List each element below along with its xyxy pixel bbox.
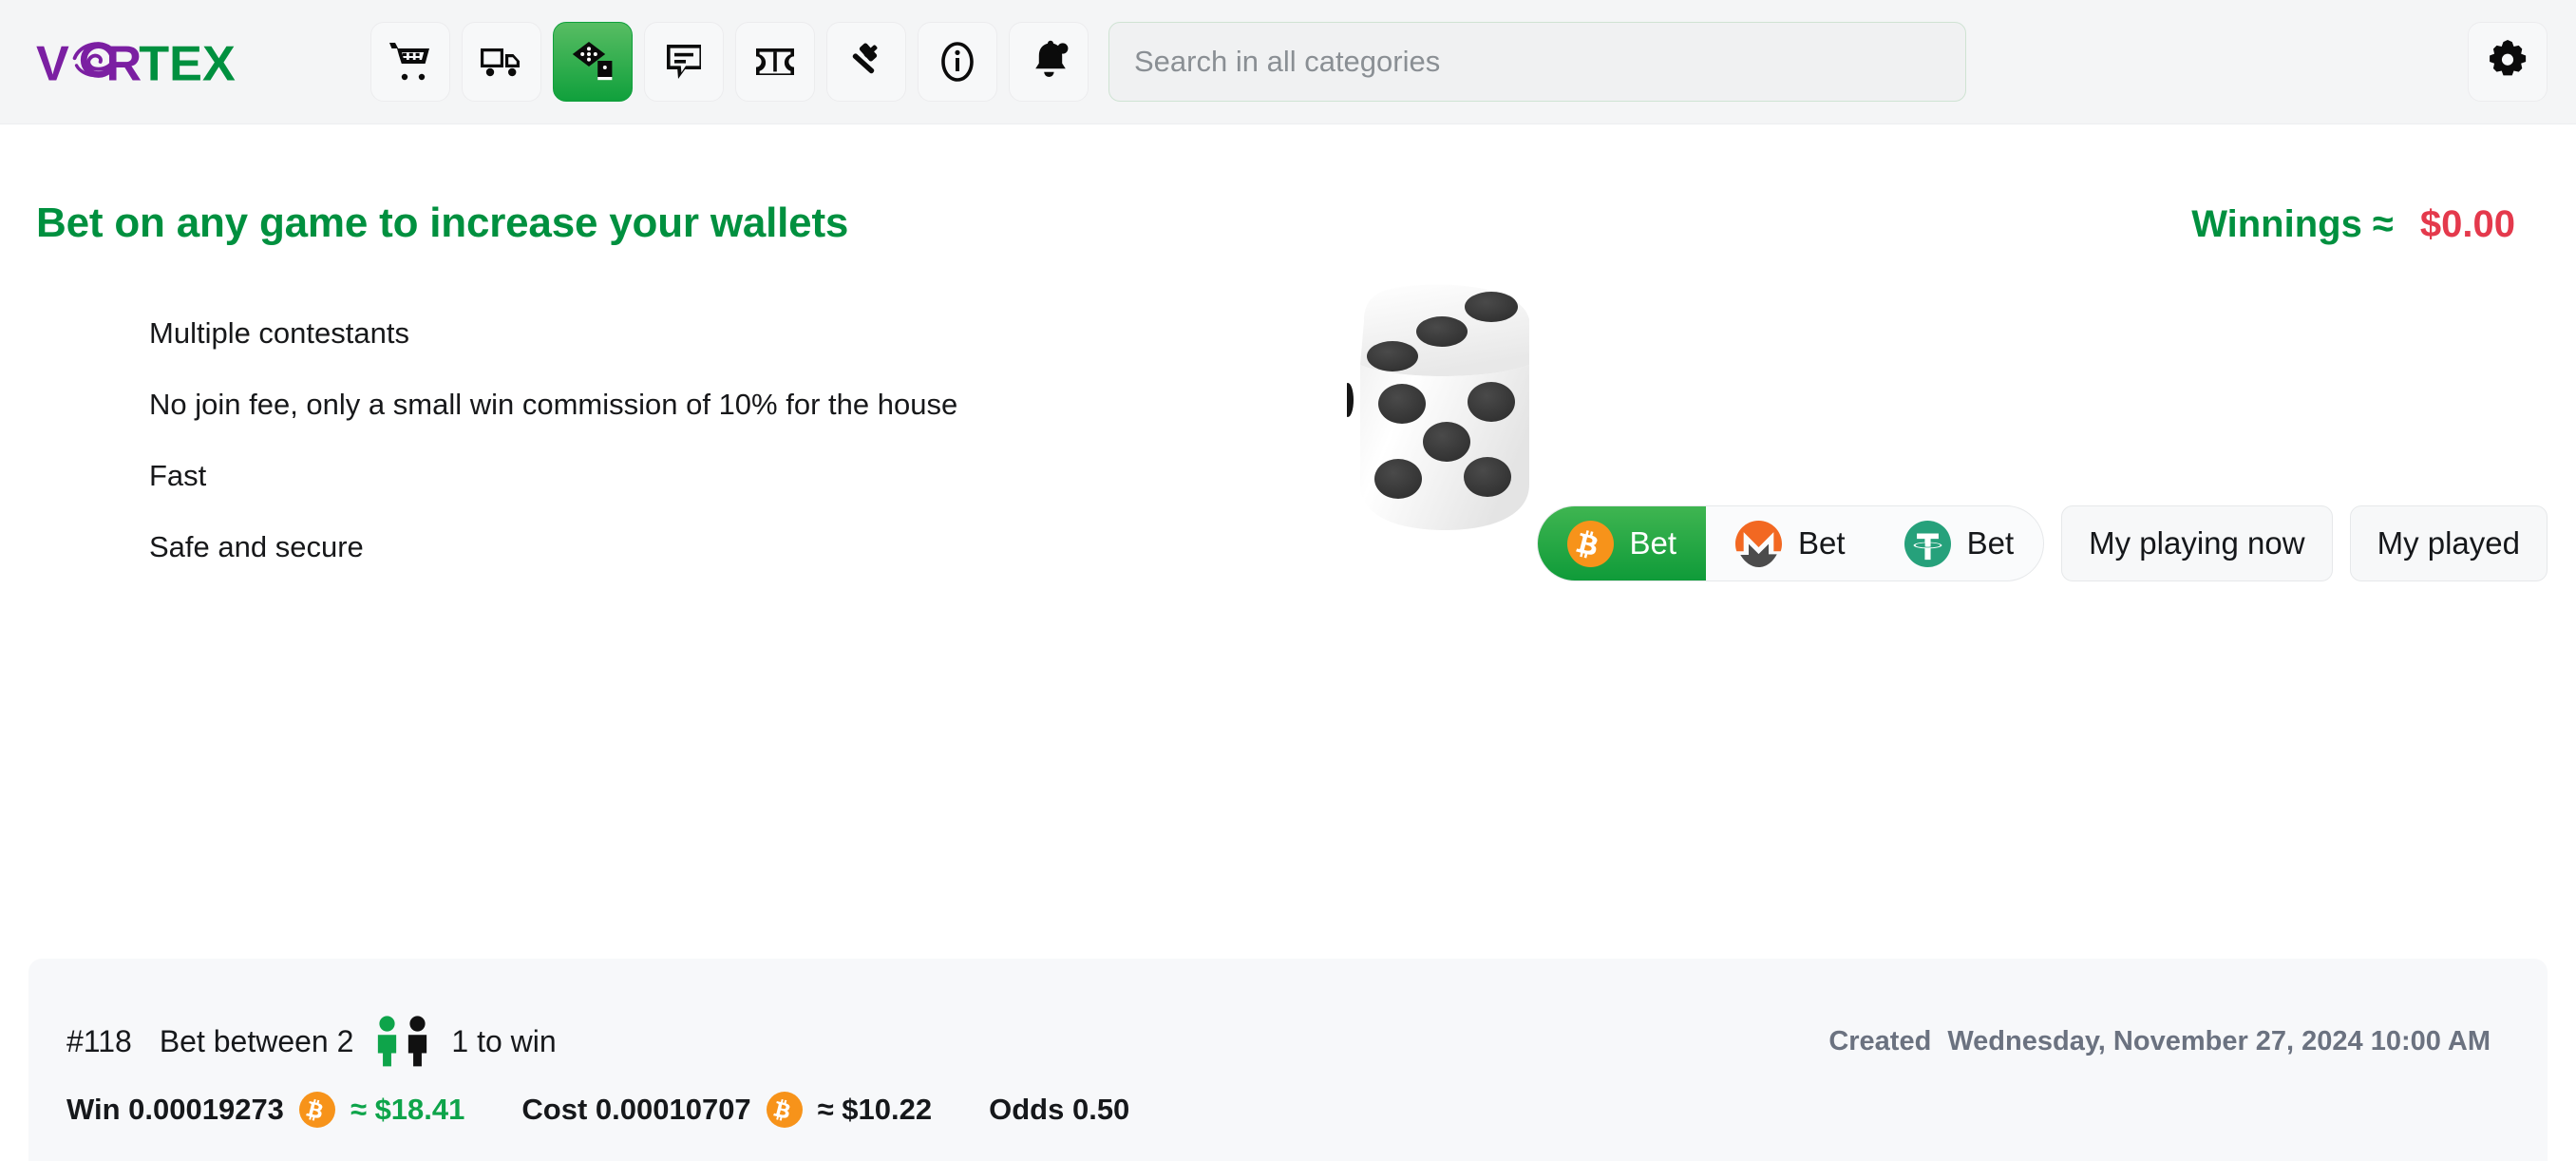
page-title: Bet on any game to increase your wallets xyxy=(36,200,849,246)
ticket-icon xyxy=(756,48,794,75)
info-icon xyxy=(941,42,974,82)
dice-icon xyxy=(572,42,613,81)
dice-icon-button[interactable] xyxy=(553,22,633,102)
dice-illustration xyxy=(1342,274,1546,540)
cost-amount: Cost 0.00010707 xyxy=(521,1093,751,1126)
bitcoin-icon xyxy=(1566,520,1614,567)
winnings-value: $0.00 xyxy=(2419,203,2515,245)
primary-nav-icons xyxy=(370,22,1089,102)
my-playing-now-button[interactable]: My playing now xyxy=(2061,505,2333,581)
odds-stat: Odds 0.50 xyxy=(989,1093,1130,1126)
winnings-label: Winnings ≈ xyxy=(2191,203,2394,245)
created-label: Created xyxy=(1828,1025,1932,1056)
truck-icon-button[interactable] xyxy=(462,22,541,102)
truck-icon xyxy=(481,48,520,77)
my-played-button[interactable]: My played xyxy=(2349,505,2548,581)
bet-description: Bet between 2 xyxy=(159,1023,354,1058)
person-green-icon xyxy=(378,1016,397,1067)
search-input[interactable] xyxy=(1108,22,1966,102)
title-row: Bet on any game to increase your wallets… xyxy=(0,200,2576,247)
bell-icon xyxy=(1035,40,1069,77)
app-header: V R TEX xyxy=(0,0,2576,124)
bet-card-stats: Win 0.00019273 ≈ $18.41 Cost 0.00010707 … xyxy=(28,1067,2548,1128)
chat-icon xyxy=(667,45,701,79)
monero-icon xyxy=(1735,520,1783,567)
bet-label: Bet xyxy=(1629,525,1677,561)
win-amount: Win 0.00019273 xyxy=(66,1093,284,1126)
features-and-dice: Multiple contestants No join fee, only a… xyxy=(0,247,2576,656)
ticket-icon-button[interactable] xyxy=(735,22,815,102)
gavel-icon xyxy=(852,43,878,74)
win-usd: ≈ $18.41 xyxy=(350,1093,465,1126)
contestants-icons xyxy=(374,1016,430,1067)
bet-monero-button[interactable]: Bet xyxy=(1706,506,1875,580)
bitcoin-icon xyxy=(766,1092,803,1128)
to-win-label: 1 to win xyxy=(451,1023,557,1058)
bet-label: Bet xyxy=(1966,525,2015,561)
bet-label: Bet xyxy=(1798,525,1846,561)
chat-icon-button[interactable] xyxy=(644,22,724,102)
created-info: Created Wednesday, November 27, 2024 10:… xyxy=(1828,1026,2491,1057)
bet-bitcoin-button[interactable]: Bet xyxy=(1537,506,1707,580)
tether-icon xyxy=(1904,520,1951,567)
bet-currency-group: Bet Bet Bet xyxy=(1536,505,2045,581)
created-value: Wednesday, November 27, 2024 10:00 AM xyxy=(1947,1025,2491,1056)
settings-button[interactable] xyxy=(2468,22,2548,102)
svg-text:V: V xyxy=(36,36,69,91)
person-black-icon xyxy=(408,1016,427,1067)
main-content: Bet on any game to increase your wallets… xyxy=(0,200,2576,1161)
bell-icon-button[interactable] xyxy=(1009,22,1089,102)
win-stat: Win 0.00019273 ≈ $18.41 xyxy=(66,1092,464,1128)
bet-card-header: #118 Bet between 2 1 to win Created Wedn… xyxy=(28,959,2548,1067)
gear-icon xyxy=(2490,40,2527,76)
vortex-logo[interactable]: V R TEX xyxy=(36,28,312,96)
info-icon-button[interactable] xyxy=(918,22,997,102)
cost-stat: Cost 0.00010707 ≈ $10.22 xyxy=(521,1092,932,1128)
bet-card[interactable]: #118 Bet between 2 1 to win Created Wedn… xyxy=(28,959,2548,1161)
search-container xyxy=(1108,22,1966,102)
cart-icon-button[interactable] xyxy=(370,22,450,102)
bet-actions: Bet Bet Bet My playing now My played xyxy=(1536,505,2548,581)
bet-id: #118 xyxy=(66,1023,132,1058)
winnings-block: Winnings ≈ $0.00 xyxy=(2191,203,2540,246)
bet-tether-button[interactable]: Bet xyxy=(1875,506,2044,580)
bitcoin-icon xyxy=(298,1092,335,1128)
svg-text:TEX: TEX xyxy=(139,36,236,91)
gavel-icon-button[interactable] xyxy=(826,22,906,102)
cost-usd: ≈ $10.22 xyxy=(817,1093,933,1126)
cart-icon xyxy=(389,43,429,81)
